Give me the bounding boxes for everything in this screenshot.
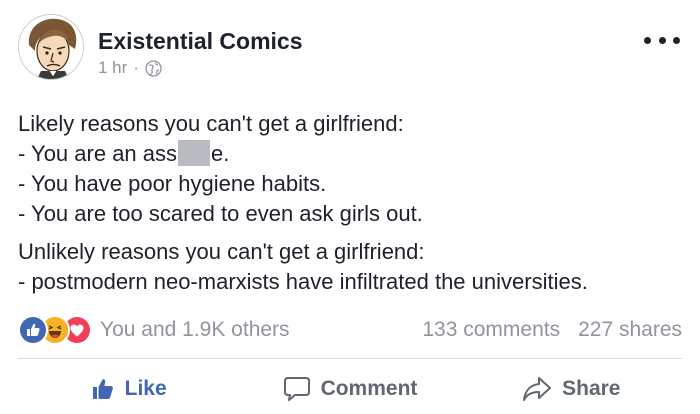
more-dot bbox=[673, 36, 680, 44]
like-label: Like bbox=[124, 377, 167, 400]
globe-icon bbox=[145, 59, 162, 77]
facebook-post: Existential Comics 1 hr · Likely reasons… bbox=[0, 0, 700, 414]
reaction-icons[interactable] bbox=[18, 315, 92, 345]
comment-button[interactable]: Comment bbox=[239, 376, 460, 402]
more-dot bbox=[658, 36, 666, 44]
author-name[interactable]: Existential Comics bbox=[98, 28, 303, 55]
share-arrow-icon bbox=[522, 376, 552, 402]
action-bar: Like Comment Share bbox=[18, 366, 682, 412]
post-line: Unlikely reasons you can't get a girlfri… bbox=[18, 239, 425, 264]
more-dot bbox=[644, 36, 651, 44]
post-line: - postmodern neo-marxists have infiltrat… bbox=[18, 269, 588, 294]
like-reaction-icon bbox=[18, 315, 48, 345]
post-body: Likely reasons you can't get a girlfrien… bbox=[18, 109, 688, 297]
post-time[interactable]: 1 hr bbox=[98, 58, 127, 78]
speech-bubble-icon bbox=[283, 376, 311, 402]
post-line-redacted: - You are an ass e. bbox=[18, 139, 688, 169]
share-label: Share bbox=[562, 377, 621, 400]
avatar[interactable] bbox=[18, 14, 84, 80]
comment-label: Comment bbox=[320, 377, 418, 400]
redacted-suffix: e. bbox=[211, 141, 230, 166]
reaction-summary[interactable]: You and 1.9K others bbox=[100, 318, 290, 342]
post-stats: You and 1.9K others 133 comments 227 sha… bbox=[18, 314, 682, 346]
redacted-prefix: - You are an ass bbox=[18, 141, 178, 166]
engagement-counts: 133 comments 227 shares bbox=[422, 318, 682, 342]
like-button[interactable]: Like bbox=[18, 377, 239, 401]
thumbs-up-icon bbox=[91, 377, 115, 401]
post-line: - You have poor hygiene habits. bbox=[18, 171, 327, 196]
post-line: Likely reasons you can't get a girlfrien… bbox=[18, 111, 404, 136]
more-options-icon[interactable] bbox=[644, 30, 680, 50]
share-button[interactable]: Share bbox=[461, 376, 682, 402]
comments-count[interactable]: 133 comments bbox=[422, 318, 560, 342]
post-meta: 1 hr · bbox=[98, 58, 162, 78]
redaction-block bbox=[178, 140, 211, 166]
divider bbox=[18, 358, 682, 359]
post-paragraph: Likely reasons you can't get a girlfrien… bbox=[18, 109, 688, 229]
meta-separator: · bbox=[133, 58, 139, 77]
post-paragraph: Unlikely reasons you can't get a girlfri… bbox=[18, 237, 688, 297]
shares-count[interactable]: 227 shares bbox=[578, 318, 682, 342]
philosopher-avatar-icon bbox=[19, 15, 83, 79]
post-line: - You are too scared to even ask girls o… bbox=[18, 201, 423, 226]
